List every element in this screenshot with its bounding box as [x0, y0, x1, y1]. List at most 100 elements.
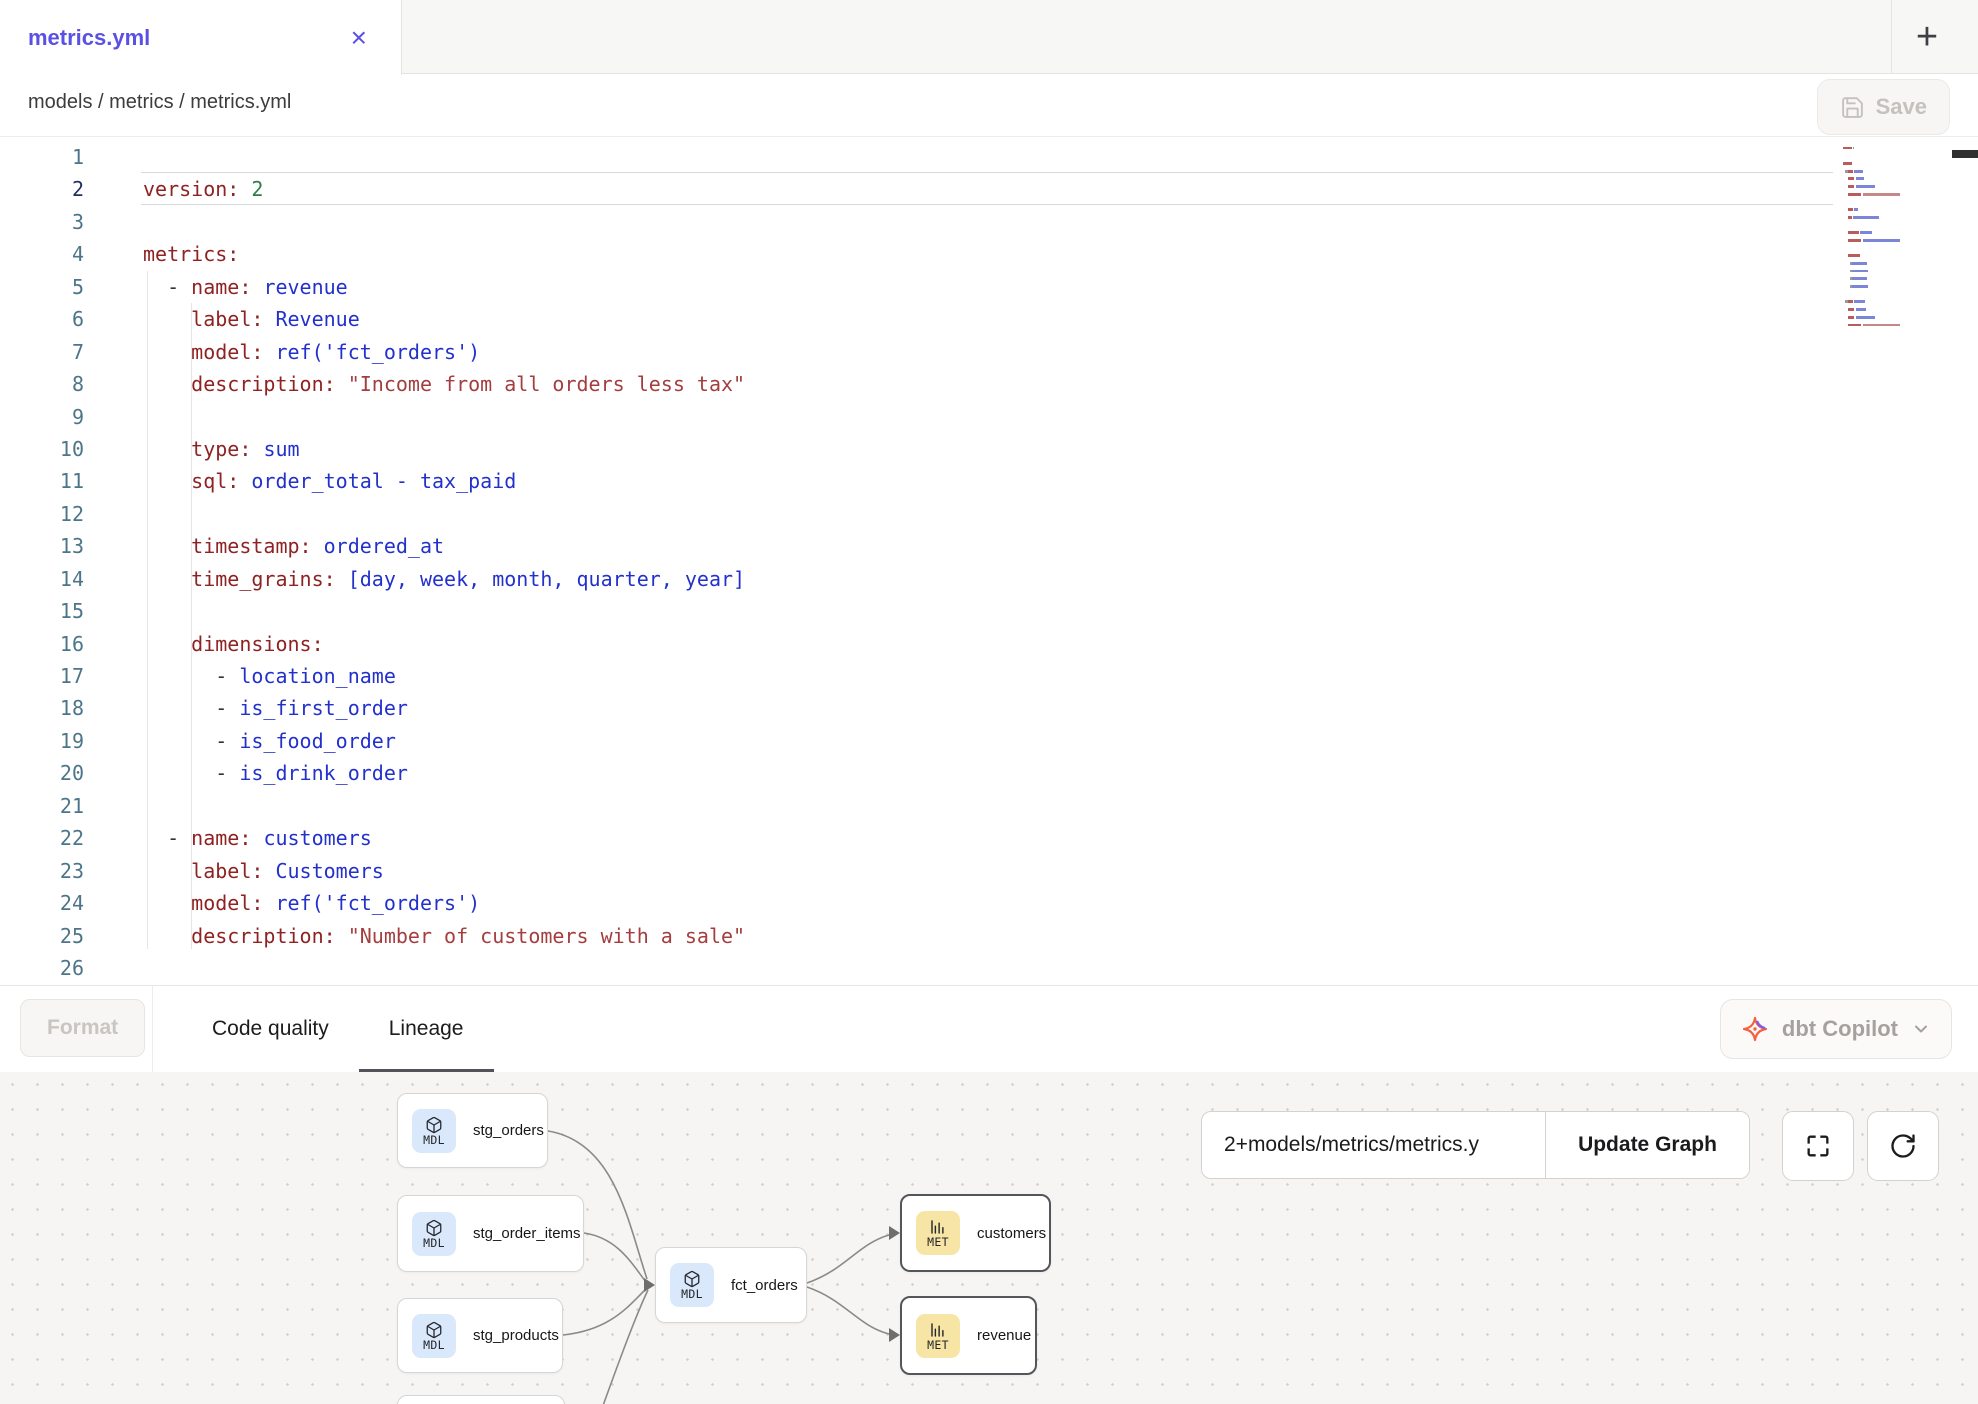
lineage-node-stg_order_items[interactable]: MDLstg_order_items [397, 1195, 584, 1272]
code-token [143, 307, 191, 331]
code-token [143, 632, 191, 656]
lineage-node-stg_products[interactable]: MDLstg_products [397, 1298, 563, 1373]
format-button[interactable]: Format [20, 999, 145, 1057]
code-line[interactable] [143, 206, 745, 238]
code-line[interactable]: - name: customers [143, 822, 745, 854]
code-token [336, 567, 348, 591]
line-number[interactable]: 12 [0, 498, 84, 530]
tab-metrics-yml[interactable]: metrics.yml × [0, 0, 402, 75]
path-bar: models / metrics / metrics.yml Save [0, 75, 1978, 137]
line-number[interactable]: 26 [0, 952, 84, 984]
line-number[interactable]: 8 [0, 368, 84, 400]
code-line[interactable]: version: 2 [143, 173, 745, 205]
save-button-label: Save [1876, 94, 1927, 120]
code-line[interactable]: - is_first_order [143, 692, 745, 724]
code-line[interactable]: label: Revenue [143, 303, 745, 335]
code-line[interactable] [143, 790, 745, 822]
code-line[interactable]: model: ref('fct_orders') [143, 336, 745, 368]
lineage-filter-input[interactable] [1202, 1112, 1545, 1178]
line-number[interactable]: 25 [0, 920, 84, 952]
line-number[interactable]: 10 [0, 433, 84, 465]
code-token [143, 859, 191, 883]
line-number[interactable]: 18 [0, 692, 84, 724]
code-token: label: [191, 859, 263, 883]
line-number[interactable]: 16 [0, 628, 84, 660]
lineage-node-partial[interactable]: MDL [397, 1395, 565, 1404]
code-token [251, 826, 263, 850]
node-badge-label: MDL [423, 1237, 445, 1249]
code-line[interactable]: metrics: [143, 238, 745, 270]
code-line[interactable]: - name: revenue [143, 271, 745, 303]
line-number[interactable]: 20 [0, 757, 84, 789]
code-line[interactable]: timestamp: ordered_at [143, 530, 745, 562]
code-line[interactable]: - location_name [143, 660, 745, 692]
node-label: revenue [977, 1327, 1031, 1344]
tab-lineage[interactable]: Lineage [359, 986, 494, 1072]
code-token: - [143, 826, 191, 850]
code-token: dimensions: [191, 632, 323, 656]
fullscreen-button[interactable] [1782, 1111, 1854, 1181]
minimap[interactable] [1843, 139, 1907, 339]
node-badge-label: MET [927, 1339, 949, 1351]
tab-code-quality[interactable]: Code quality [182, 986, 359, 1072]
line-number[interactable]: 3 [0, 206, 84, 238]
lineage-node-customers[interactable]: METcustomers [900, 1194, 1051, 1272]
line-number[interactable]: 5 [0, 271, 84, 303]
line-number[interactable]: 17 [0, 660, 84, 692]
scrollbar-thumb[interactable] [1952, 150, 1978, 158]
line-number[interactable]: 21 [0, 790, 84, 822]
code-token: "Income from all orders less tax" [348, 372, 745, 396]
line-number[interactable]: 14 [0, 563, 84, 595]
line-number[interactable]: 2 [0, 173, 84, 205]
node-badge-label: MDL [423, 1134, 445, 1146]
line-number[interactable]: 15 [0, 595, 84, 627]
code-token: name: [191, 275, 251, 299]
line-number[interactable]: 13 [0, 530, 84, 562]
breadcrumb: models / metrics / metrics.yml [28, 91, 291, 114]
code-token [143, 534, 191, 558]
line-number[interactable]: 9 [0, 401, 84, 433]
code-line[interactable]: sql: order_total - tax_paid [143, 465, 745, 497]
line-number[interactable]: 11 [0, 465, 84, 497]
save-button[interactable]: Save [1817, 79, 1950, 135]
code-token: order_total - tax_paid [251, 469, 516, 493]
line-number[interactable]: 6 [0, 303, 84, 335]
code-token: is_food_order [239, 729, 396, 753]
line-number[interactable]: 24 [0, 887, 84, 919]
code-line[interactable]: description: "Income from all orders les… [143, 368, 745, 400]
code-line[interactable]: dimensions: [143, 628, 745, 660]
refresh-button[interactable] [1867, 1111, 1939, 1181]
code-line[interactable]: type: sum [143, 433, 745, 465]
code-token: description: [191, 924, 336, 948]
code-line[interactable]: model: ref('fct_orders') [143, 887, 745, 919]
code-line[interactable]: - is_food_order [143, 725, 745, 757]
lineage-canvas[interactable]: MDLstg_orders MDLstg_order_items MDLstg_pr… [0, 1072, 1978, 1404]
code-token [143, 924, 191, 948]
code-token: customers [263, 826, 371, 850]
lineage-node-stg_orders[interactable]: MDLstg_orders [397, 1093, 548, 1168]
code-line[interactable]: label: Customers [143, 855, 745, 887]
code-token [239, 469, 251, 493]
code-content[interactable]: version: 2 metrics: - name: revenue label… [143, 141, 745, 984]
lineage-node-fct_orders[interactable]: MDLfct_orders [655, 1247, 807, 1323]
line-number[interactable]: 22 [0, 822, 84, 854]
code-editor[interactable]: 1234567891011121314151617181920212223242… [0, 137, 1978, 985]
code-line[interactable]: description: "Number of customers with a… [143, 920, 745, 952]
lineage-node-revenue[interactable]: MET revenue [900, 1296, 1037, 1375]
code-line[interactable]: time_grains: [day, week, month, quarter,… [143, 563, 745, 595]
code-line[interactable]: - is_drink_order [143, 757, 745, 789]
close-icon[interactable]: × [351, 24, 367, 52]
line-number[interactable]: 4 [0, 238, 84, 270]
line-number[interactable]: 19 [0, 725, 84, 757]
new-tab-button[interactable]: + [1904, 14, 1950, 60]
update-graph-button[interactable]: Update Graph [1545, 1112, 1749, 1178]
code-line[interactable] [143, 141, 745, 173]
code-line[interactable] [143, 595, 745, 627]
code-line[interactable] [143, 952, 745, 984]
dbt-copilot-button[interactable]: dbt Copilot [1720, 999, 1952, 1059]
code-line[interactable] [143, 498, 745, 530]
line-number[interactable]: 23 [0, 855, 84, 887]
line-number[interactable]: 1 [0, 141, 84, 173]
line-number[interactable]: 7 [0, 336, 84, 368]
code-line[interactable] [143, 401, 745, 433]
